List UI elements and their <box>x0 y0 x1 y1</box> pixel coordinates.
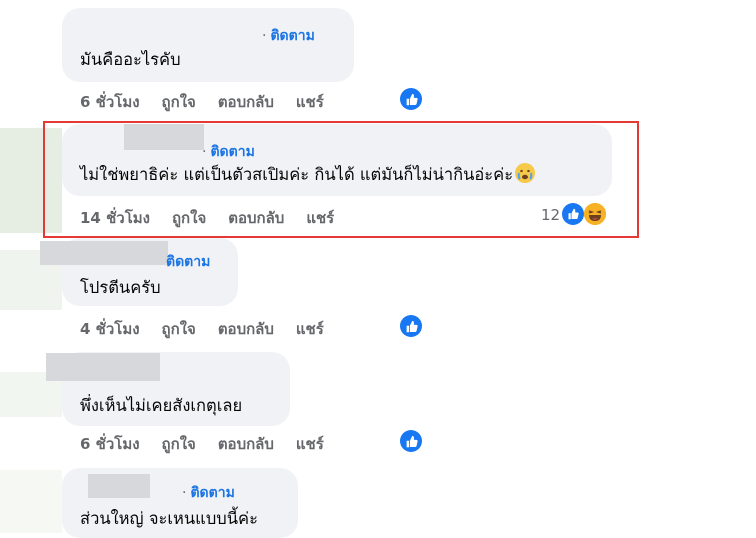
separator-dot: · <box>182 485 187 501</box>
timestamp[interactable]: 6 ชั่วโมง <box>80 432 140 456</box>
separator-dot: · <box>262 28 267 44</box>
timestamp[interactable]: 4 ชั่วโมง <box>80 317 140 341</box>
comment-actions: 4 ชั่วโมง ถูกใจ ตอบกลับ แชร์ <box>80 317 324 341</box>
author-name-redacted <box>88 474 150 498</box>
share-button[interactable]: แชร์ <box>296 432 324 456</box>
like-button[interactable]: ถูกใจ <box>162 432 196 456</box>
timestamp[interactable]: 6 ชั่วโมง <box>80 90 140 114</box>
follow-label[interactable]: ติดตาม <box>166 254 210 270</box>
follow-link[interactable]: · ติดตาม <box>262 25 315 47</box>
like-button[interactable]: ถูกใจ <box>162 317 196 341</box>
thumbs-up-icon <box>400 315 422 337</box>
follow-link[interactable]: · ติดตาม <box>182 482 235 504</box>
comment-text: พึ่งเห็นไม่เคยสังเกตุเลย <box>80 396 243 415</box>
highlight-box <box>43 121 639 238</box>
comment-actions: 6 ชั่วโมง ถูกใจ ตอบกลับ แชร์ <box>80 90 324 114</box>
author-name-redacted <box>40 241 168 265</box>
comment-text: ส่วนใหญ่ จะเหนแบบนี้ค่ะ <box>80 509 258 528</box>
reply-button[interactable]: ตอบกลับ <box>218 90 274 114</box>
comment-text: โปรตีนครับ <box>80 278 161 297</box>
reply-button[interactable]: ตอบกลับ <box>218 317 274 341</box>
follow-label[interactable]: ติดตาม <box>270 28 314 44</box>
comment-text: มันคืออะไรคับ <box>80 50 181 69</box>
follow-link[interactable]: ติดตาม <box>166 251 210 273</box>
thumbs-up-icon <box>400 430 422 452</box>
background-strip <box>0 470 62 533</box>
author-name-redacted <box>46 353 160 381</box>
thumbs-up-icon <box>562 203 584 225</box>
reply-button[interactable]: ตอบกลับ <box>218 432 274 456</box>
comment-actions: 6 ชั่วโมง ถูกใจ ตอบกลับ แชร์ <box>80 432 324 456</box>
follow-label[interactable]: ติดตาม <box>190 485 234 501</box>
share-button[interactable]: แชร์ <box>296 90 324 114</box>
share-button[interactable]: แชร์ <box>296 317 324 341</box>
thumbs-up-icon <box>400 88 422 110</box>
like-button[interactable]: ถูกใจ <box>162 90 196 114</box>
